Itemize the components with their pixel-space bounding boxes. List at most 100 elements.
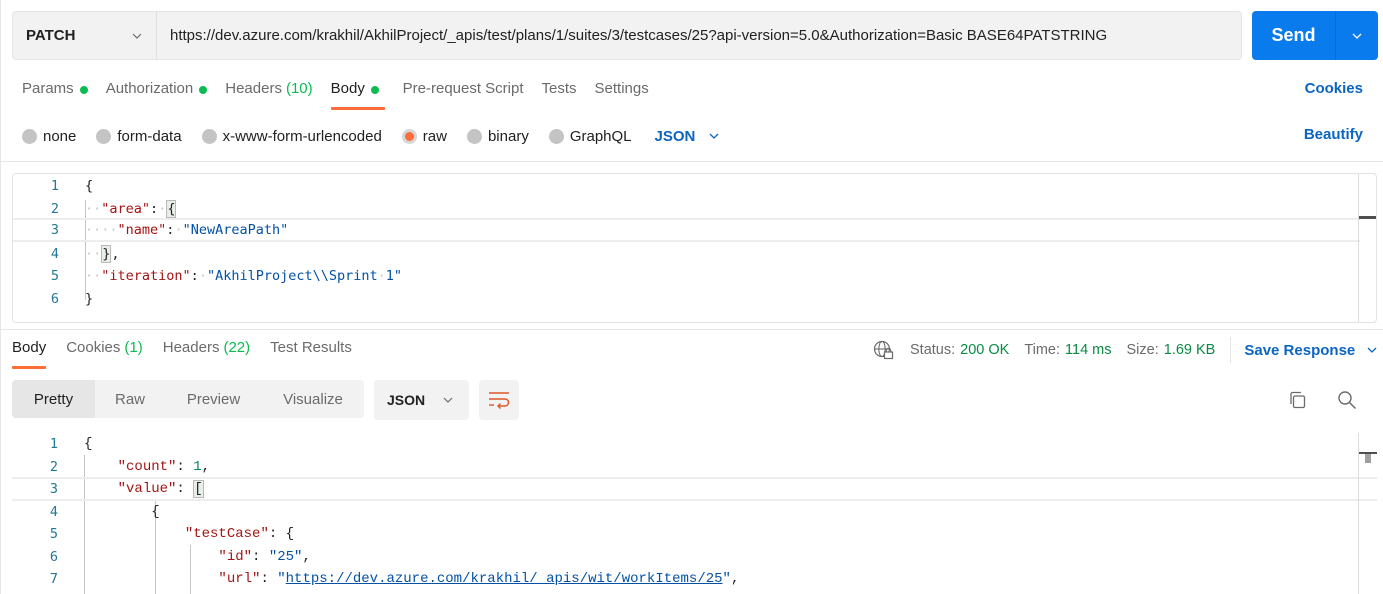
status-value: 200 OK: [960, 342, 1010, 358]
wrap-lines-icon: [489, 392, 510, 409]
tab-label: Headers: [162, 339, 220, 356]
request-body-editor[interactable]: 1{ 2 ··"area":·{ 3 ····"name":·"NewAreaPat…: [12, 173, 1377, 323]
tab-count: (1): [124, 339, 143, 356]
tab-label: Cookies: [66, 339, 121, 356]
tab-count: (10): [285, 80, 313, 97]
save-response-button[interactable]: Save Response: [1244, 342, 1377, 359]
code-line: 4 {: [49, 503, 160, 520]
code-line: 2 ··"area":·{: [50, 199, 177, 218]
response-body-viewer[interactable]: 1{ 2 "count": 1, 3 "value": [ 4 { 5 "tes…: [12, 433, 1377, 594]
tab-tests[interactable]: Tests: [542, 80, 577, 112]
status-dot: [370, 86, 379, 94]
response-tab-cookies[interactable]: Cookies (1): [66, 339, 143, 371]
tab-headers[interactable]: Headers (10): [225, 80, 312, 112]
code-line-current: 3 "value": [: [12, 476, 1377, 501]
beautify-button[interactable]: Beautify: [1304, 126, 1363, 143]
code-line: 6 "id": "25",: [49, 548, 311, 565]
code-line: 4 ··},: [50, 244, 120, 263]
postman-request-window: PATCH Send Params Authorization Headers(…: [0, 0, 1383, 594]
tab-pre-request-script[interactable]: Pre-request Script: [403, 80, 524, 112]
radio-circle: [548, 128, 564, 144]
send-button[interactable]: Send: [1252, 11, 1336, 60]
search-button[interactable]: [1335, 388, 1359, 412]
divider: [1, 329, 1383, 330]
radio-urlencoded[interactable]: x-www-form-urlencoded: [201, 127, 382, 145]
radio-label: none: [43, 127, 77, 145]
method-label: PATCH: [26, 27, 76, 44]
status-dot: [79, 86, 88, 94]
tab-label: Tests: [541, 80, 577, 97]
tab-body[interactable]: Body: [330, 80, 385, 112]
wrap-lines-button[interactable]: [479, 380, 519, 420]
tab-settings[interactable]: Settings: [595, 80, 649, 112]
radio-label: x-www-form-urlencoded: [222, 127, 382, 145]
radio-circle: [201, 128, 217, 144]
tab-authorization[interactable]: Authorization: [106, 80, 208, 112]
code-line: 7 "url": "https://dev.azure.com/krakhil/…: [49, 571, 740, 588]
cookies-link[interactable]: Cookies: [1305, 80, 1363, 97]
response-format-label: JSON: [387, 392, 426, 408]
send-options-button[interactable]: [1336, 11, 1378, 60]
tab-label: Pre-request Script: [402, 80, 524, 97]
chevron-down-icon: [132, 33, 142, 39]
radio-circle: [466, 128, 482, 144]
size-value: 1.69 KB: [1163, 342, 1216, 358]
chevron-down-icon: [1352, 33, 1362, 39]
response-format-select[interactable]: JSON: [374, 380, 469, 420]
copy-icon: [1290, 391, 1306, 409]
mode-preview[interactable]: Preview: [165, 380, 262, 418]
tab-label: Authorization: [105, 80, 194, 97]
response-tab-body[interactable]: Body: [12, 339, 47, 371]
code-line: 2 "count": 1,: [49, 458, 211, 475]
code-line: 5 ··"iteration":·"AkhilProject\\Sprint·1": [50, 268, 403, 285]
tab-label: Test Results: [270, 339, 352, 356]
scroll-thumb[interactable]: [1365, 454, 1371, 463]
response-scrollbar[interactable]: [1358, 433, 1377, 594]
tab-params[interactable]: Params: [22, 80, 88, 112]
radio-form-data[interactable]: form-data: [96, 127, 182, 145]
radio-raw[interactable]: raw: [401, 127, 447, 145]
response-meta: Status: 200 OK Time: 114 ms Size: 1.69 KB S…: [873, 337, 1377, 363]
radio-circle: [96, 128, 112, 144]
radio-label: binary: [487, 127, 529, 145]
chevron-down-icon: [1367, 347, 1377, 353]
scroll-marker: [1359, 216, 1376, 219]
tab-label: Body: [12, 339, 47, 356]
code-line: 1{: [50, 178, 94, 195]
divider: [1, 161, 1383, 162]
time-label: Time:: [1024, 342, 1061, 358]
divider: [1230, 337, 1232, 363]
radio-binary[interactable]: binary: [466, 127, 529, 145]
status-label: Status:: [910, 342, 956, 358]
chevron-down-icon: [443, 397, 453, 403]
body-type-options: none form-data x-www-form-urlencoded raw…: [22, 126, 719, 146]
radio-label: form-data: [117, 127, 182, 145]
copy-button[interactable]: [1285, 388, 1309, 412]
request-tabs: Params Authorization Headers (10) Body Pr…: [22, 80, 667, 112]
radio-circle: [22, 128, 37, 144]
radio-none[interactable]: none: [22, 128, 76, 145]
response-tab-test-results[interactable]: Test Results: [270, 339, 352, 371]
mode-pretty[interactable]: Pretty: [12, 380, 95, 418]
body-format-select[interactable]: JSON: [655, 128, 720, 145]
mode-visualize[interactable]: Visualize: [262, 380, 364, 418]
code-line: 1{: [49, 436, 93, 453]
code-line: 5 "testCase": {: [49, 526, 295, 543]
size-label: Size:: [1126, 342, 1159, 358]
tab-label: Settings: [594, 80, 649, 97]
radio-label: raw: [422, 127, 447, 145]
method-select[interactable]: PATCH: [13, 12, 157, 59]
radio-graphql[interactable]: GraphQL: [548, 128, 632, 145]
code-line-current: 3 ····"name":·"NewAreaPath": [13, 218, 1360, 242]
tab-label: Headers: [225, 80, 282, 97]
work-item-link[interactable]: https://dev.azure.com/krakhil/_apis/wit/…: [286, 571, 723, 587]
editor-scrollbar[interactable]: [1358, 174, 1376, 322]
url-input[interactable]: [157, 12, 1241, 59]
save-response-label: Save Response: [1244, 341, 1356, 359]
time-value: 114 ms: [1065, 342, 1112, 358]
response-tab-headers[interactable]: Headers (22): [163, 339, 250, 371]
response-view-modes: Pretty Raw Preview Visualize: [12, 380, 364, 418]
tab-label: Params: [22, 80, 74, 97]
mode-raw[interactable]: Raw: [95, 380, 165, 418]
globe-lock-icon[interactable]: [873, 340, 895, 360]
